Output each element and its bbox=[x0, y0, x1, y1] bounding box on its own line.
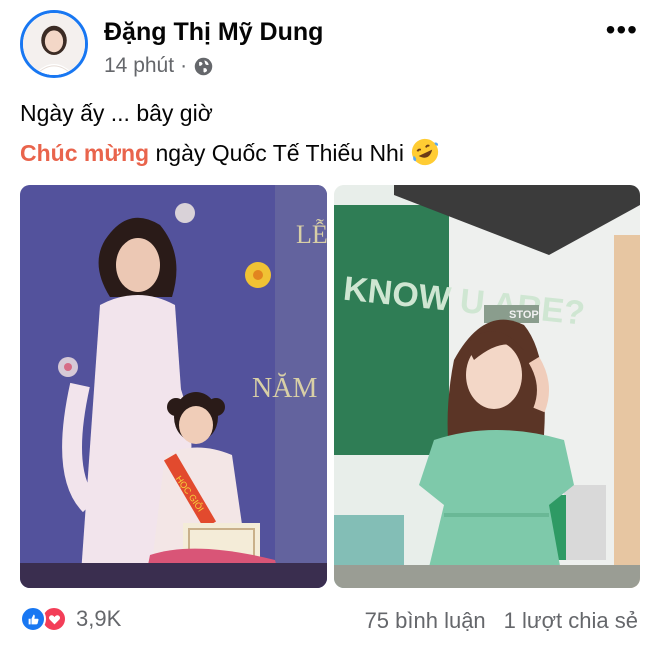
reaction-count: 3,9K bbox=[76, 606, 122, 631]
post-text-line2-rest: ngày Quốc Tế Thiếu Nhi bbox=[155, 140, 404, 166]
post-meta: 14 phút · bbox=[104, 54, 214, 78]
comments-count[interactable]: 75 bình luận bbox=[365, 608, 486, 634]
post-time[interactable]: 14 phút bbox=[104, 54, 174, 78]
post-text: Ngày ấy ... bây giờ Chúc mừng ngày Quốc … bbox=[20, 93, 640, 173]
engagement-stats: 75 bình luận 1 lượt chia sẻ bbox=[365, 608, 638, 634]
meta-separator: · bbox=[180, 54, 188, 77]
reaction-summary[interactable]: 3,9K bbox=[20, 606, 121, 632]
post-header: Đặng Thị Mỹ Dung 14 phút · ••• bbox=[20, 10, 640, 80]
post-text-line1: Ngày ấy ... bây giờ bbox=[20, 100, 213, 126]
author-name[interactable]: Đặng Thị Mỹ Dung bbox=[104, 18, 323, 47]
avatar[interactable] bbox=[20, 10, 88, 78]
rofl-emoji-icon bbox=[412, 138, 439, 166]
avatar-image bbox=[23, 13, 85, 75]
banner-text-mid: NĂM bbox=[252, 373, 317, 404]
post-footer: 3,9K 75 bình luận 1 lượt chia sẻ bbox=[20, 606, 640, 640]
photo-now[interactable]: KNOW U ARE? STOP bbox=[334, 185, 640, 588]
highlight-text: Chúc mừng bbox=[20, 140, 150, 166]
like-icon bbox=[20, 606, 46, 632]
post-photos: LỄ NĂM HỌC GIỎI KNOW U ARE? STOP bbox=[20, 185, 640, 588]
post-text-line2: Chúc mừng ngày Quốc Tế Thiếu Nhi bbox=[20, 133, 640, 173]
photo-then[interactable]: LỄ NĂM HỌC GIỎI bbox=[20, 185, 327, 588]
photo-then-image: LỄ NĂM HỌC GIỎI bbox=[20, 185, 327, 588]
shares-count[interactable]: 1 lượt chia sẻ bbox=[504, 608, 638, 634]
more-options-button[interactable]: ••• bbox=[606, 16, 638, 44]
banner-text-top: LỄ bbox=[296, 219, 327, 249]
stop-sign-text: STOP bbox=[509, 309, 539, 321]
photo-now-image: KNOW U ARE? STOP bbox=[334, 185, 640, 588]
globe-icon[interactable] bbox=[193, 56, 214, 77]
